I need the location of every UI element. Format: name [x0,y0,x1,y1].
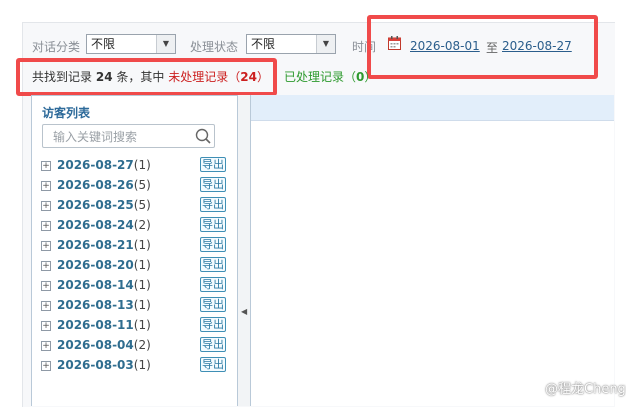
item-date[interactable]: 2026-08-13(1) [57,298,151,312]
stats-prefix: 共找到记录 [32,70,93,84]
item-date[interactable]: 2026-08-14(1) [57,278,151,292]
expand-icon[interactable]: + [41,361,51,371]
expand-icon[interactable]: + [41,341,51,351]
export-button[interactable]: 导出 [200,217,226,232]
processed-close: ） [364,70,377,84]
item-date[interactable]: 2026-08-04(2) [57,338,151,352]
export-button[interactable]: 导出 [200,197,226,212]
calendar-icon[interactable] [388,36,401,50]
dialog-type-value: 不限 [91,37,116,51]
item-date[interactable]: 2026-08-21(1) [57,238,151,252]
export-button[interactable]: 导出 [200,157,226,172]
status-label: 处理状态 [190,40,239,54]
export-button[interactable]: 导出 [200,337,226,352]
dialog-type-label: 对话分类 [32,40,81,54]
list-item[interactable]: + 2026-08-04(2) 导出 [40,337,230,355]
list-item[interactable]: + 2026-08-11(1) 导出 [40,317,230,335]
date-to-link[interactable]: 2026-08-27 [502,39,572,53]
list-item[interactable]: + 2026-08-25(5) 导出 [40,197,230,215]
list-item[interactable]: + 2026-08-03(1) 导出 [40,357,230,375]
export-button[interactable]: 导出 [200,297,226,312]
chevron-down-icon: ▼ [316,35,335,53]
visitor-list-title: 访客列表 [42,106,91,120]
item-date[interactable]: 2026-08-20(1) [57,258,151,272]
export-button[interactable]: 导出 [200,257,226,272]
item-date[interactable]: 2026-08-24(2) [57,218,151,232]
list-item[interactable]: + 2026-08-24(2) 导出 [40,217,230,235]
stats-summary: 共找到记录 24 条，其中 未处理记录（24） [32,68,269,85]
detail-panel [251,95,614,406]
processed-label: 已处理记录（ [284,70,357,84]
stats-unit: 条，其中 [116,70,165,84]
export-button[interactable]: 导出 [200,357,226,372]
list-item[interactable]: + 2026-08-27(1) 导出 [40,157,230,175]
unprocessed-filter-link[interactable]: 未处理记录（24） [168,70,269,84]
export-button[interactable]: 导出 [200,317,226,332]
item-date[interactable]: 2026-08-26(5) [57,178,151,192]
item-date[interactable]: 2026-08-27(1) [57,158,151,172]
unprocessed-label: 未处理记录（ [168,70,241,84]
expand-icon[interactable]: + [41,161,51,171]
list-item[interactable]: + 2026-08-26(5) 导出 [40,177,230,195]
expand-icon[interactable]: + [41,241,51,251]
search-input[interactable] [51,126,195,148]
search-icon[interactable] [195,128,211,144]
unprocessed-close: ） [256,70,269,84]
item-date[interactable]: 2026-08-11(1) [57,318,151,332]
date-separator: 至 [486,41,499,55]
export-button[interactable]: 导出 [200,237,226,252]
stats-total: 24 [95,70,113,84]
export-button[interactable]: 导出 [200,177,226,192]
item-date[interactable]: 2026-08-03(1) [57,358,151,372]
dialog-type-select[interactable]: 不限 ▼ [86,34,176,54]
list-item[interactable]: + 2026-08-21(1) 导出 [40,237,230,255]
list-item[interactable]: + 2026-08-13(1) 导出 [40,297,230,315]
expand-icon[interactable]: + [41,201,51,211]
item-date[interactable]: 2026-08-25(5) [57,198,151,212]
watermark: @程龙Cheng [526,378,626,397]
expand-icon[interactable]: + [41,221,51,231]
panel-splitter[interactable] [238,95,251,406]
export-button[interactable]: 导出 [200,277,226,292]
collapse-left-icon[interactable]: ◀ [241,307,247,316]
list-item[interactable]: + 2026-08-20(1) 导出 [40,257,230,275]
search-field[interactable] [42,124,215,148]
expand-icon[interactable]: + [41,301,51,311]
processed-filter-link[interactable]: 已处理记录（0） [284,68,376,85]
expand-icon[interactable]: + [41,181,51,191]
status-select[interactable]: 不限 ▼ [246,34,336,54]
status-value: 不限 [251,37,276,51]
watermark-text: @程龙Cheng [545,382,626,397]
expand-icon[interactable]: + [41,281,51,291]
unprocessed-count: 24 [240,70,257,84]
expand-icon[interactable]: + [41,321,51,331]
list-item[interactable]: + 2026-08-14(1) 导出 [40,277,230,295]
expand-icon[interactable]: + [41,261,51,271]
date-from-link[interactable]: 2026-08-01 [410,39,480,53]
detail-panel-header [251,95,614,121]
weibo-icon [526,381,542,394]
chevron-down-icon: ▼ [156,35,175,53]
